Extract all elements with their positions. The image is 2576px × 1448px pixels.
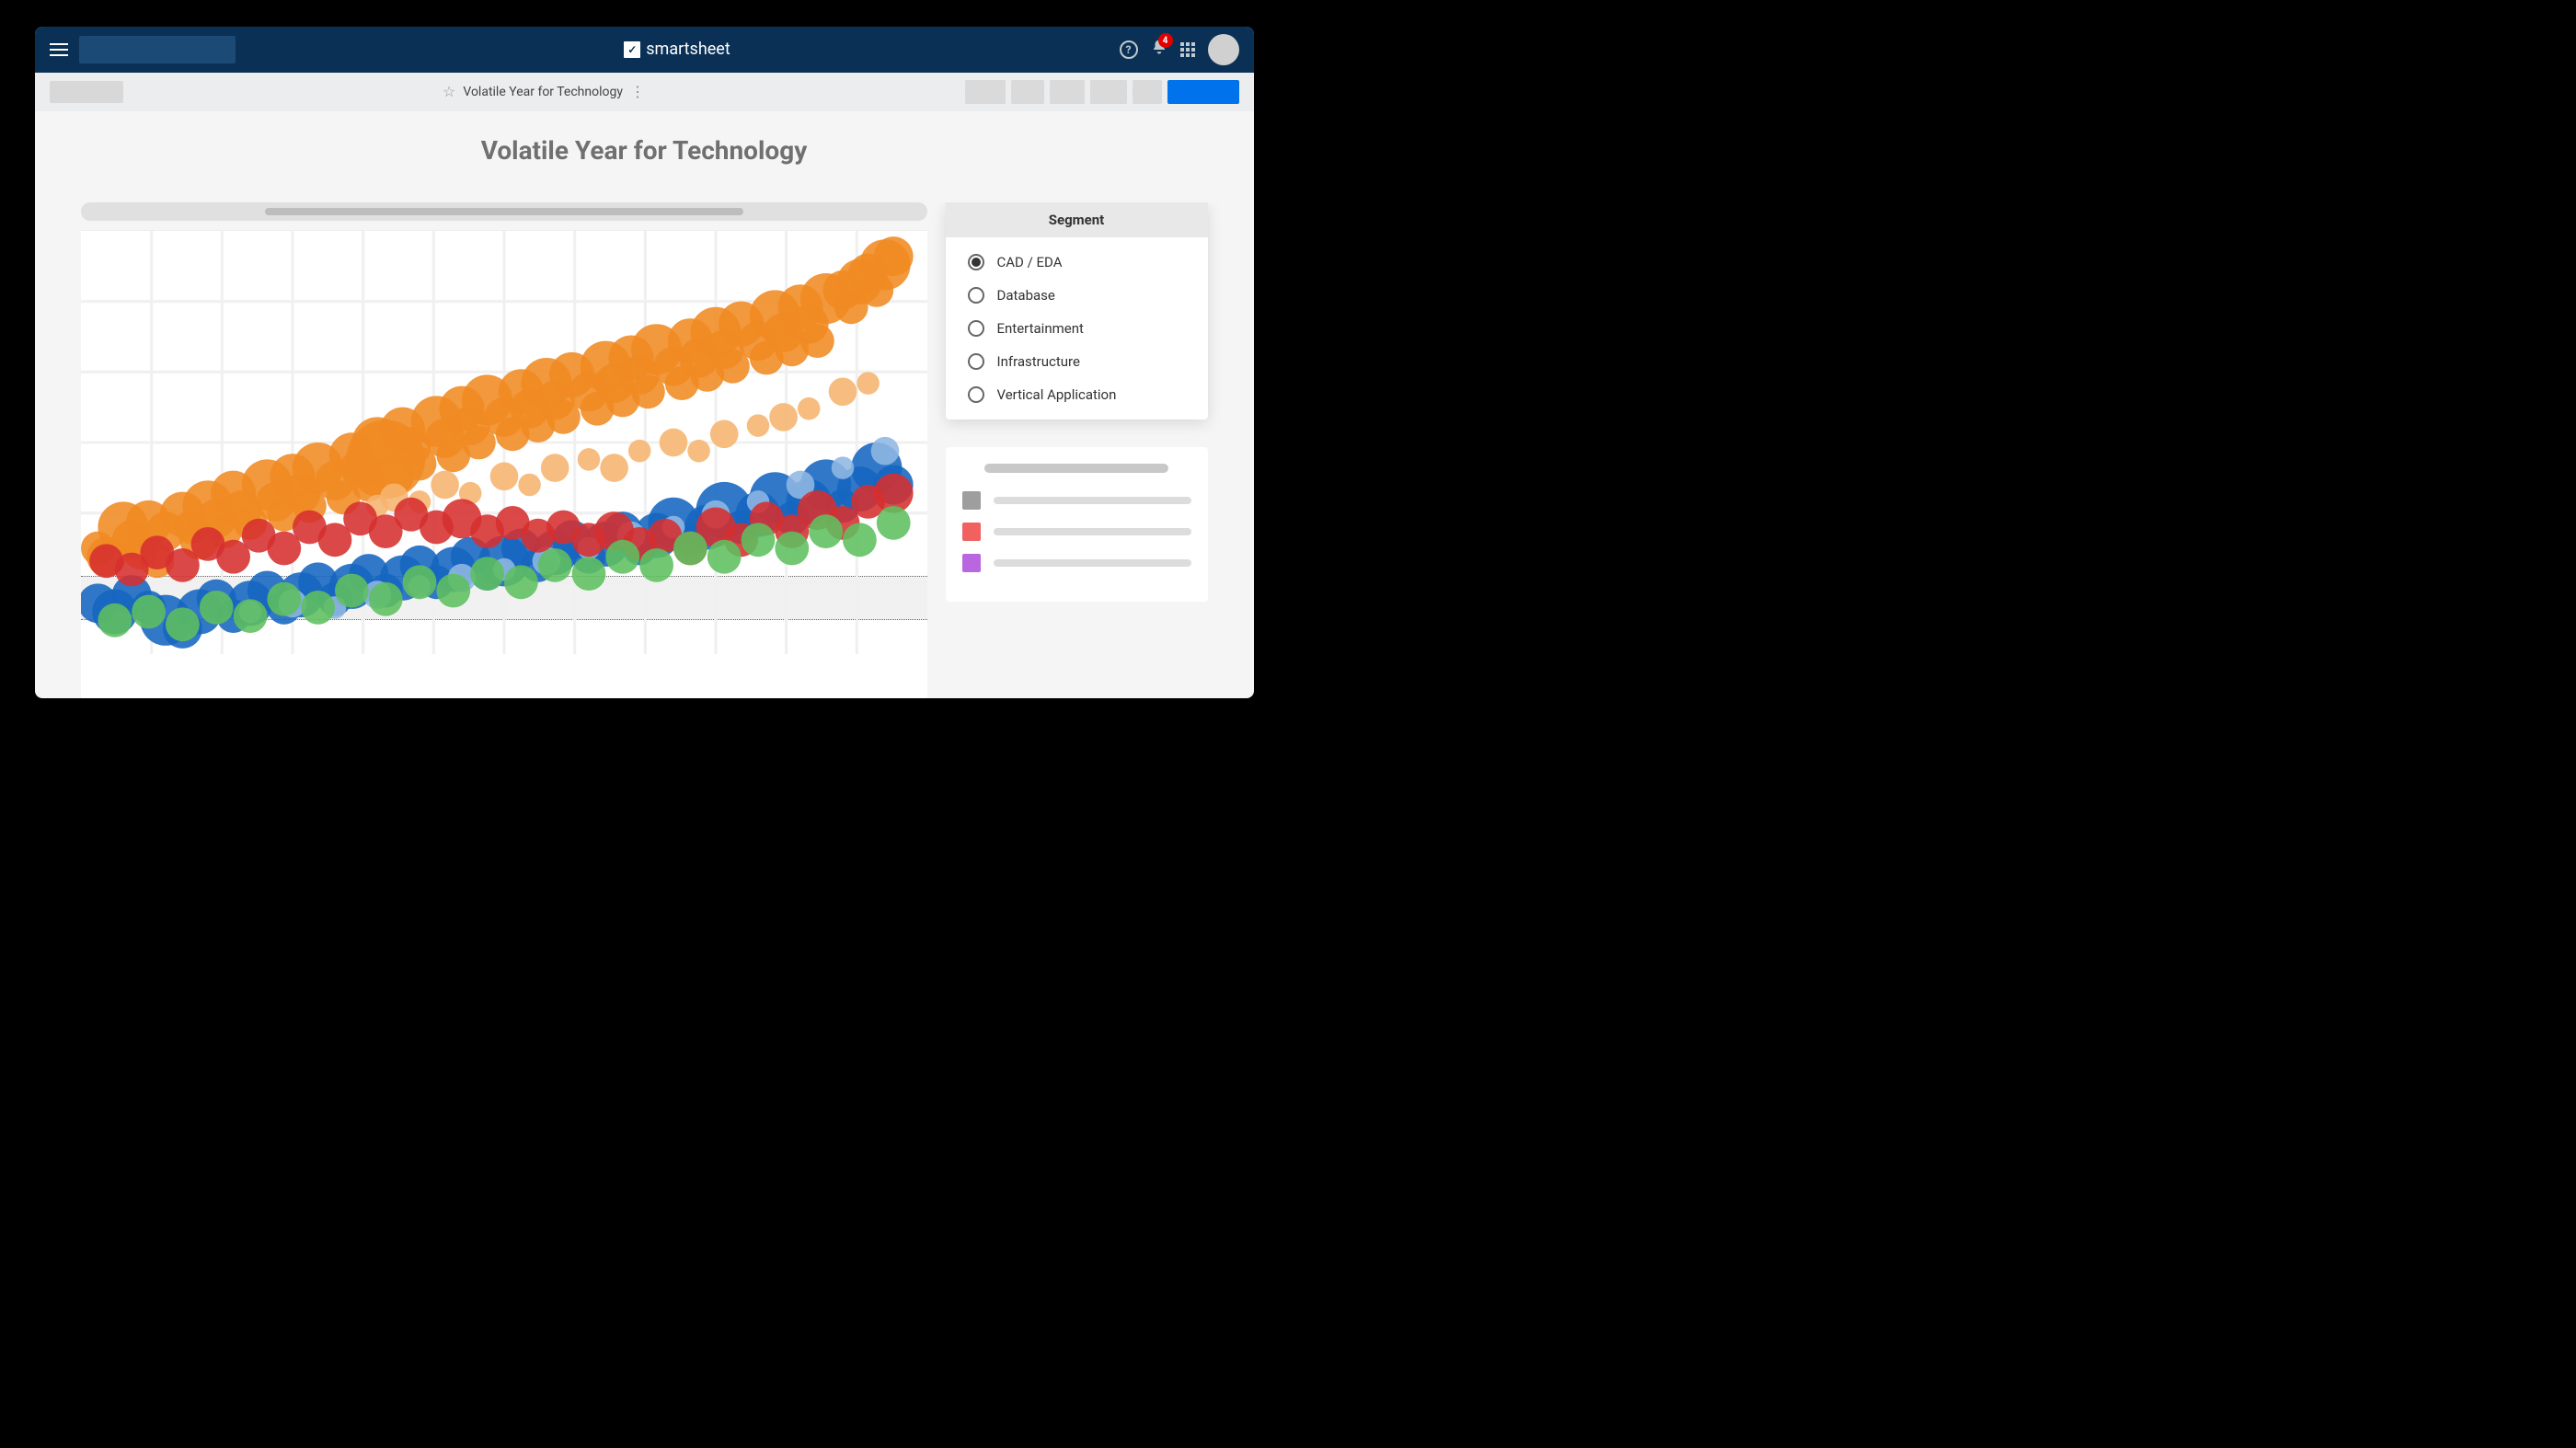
panel-bar-placeholder <box>994 528 1191 535</box>
help-icon[interactable]: ? <box>1120 40 1138 59</box>
legend-item[interactable]: Entertainment <box>968 320 1186 337</box>
radio-icon <box>968 287 984 304</box>
brand-logo: ✓ smartsheet <box>247 40 1109 59</box>
app-launcher-icon[interactable] <box>1180 42 1195 57</box>
app-window: ✓ smartsheet ? 4 ☆ Volatile Year for Tec… <box>35 27 1254 698</box>
content: Volatile Year for Technology Segment CAD… <box>35 111 1254 698</box>
chart-header-bar <box>81 202 927 221</box>
primary-action-button[interactable] <box>1167 80 1239 104</box>
toolbar-button[interactable] <box>1133 80 1162 104</box>
panel-header-placeholder <box>984 464 1168 473</box>
panel-row <box>962 491 1191 510</box>
radio-icon <box>968 386 984 403</box>
subbar-actions <box>965 80 1239 104</box>
toolbar-button[interactable] <box>965 80 1006 104</box>
notifications-button[interactable]: 4 <box>1151 39 1167 60</box>
subbar-center: ☆ Volatile Year for Technology ⋮ <box>131 83 958 100</box>
avatar[interactable] <box>1208 34 1239 65</box>
chart-column <box>81 202 927 698</box>
page-title: Volatile Year for Technology <box>44 111 1245 202</box>
brand-text: smartsheet <box>646 40 730 59</box>
legend-item[interactable]: CAD / EDA <box>968 254 1186 270</box>
radio-icon <box>968 254 984 270</box>
color-swatch <box>962 491 981 510</box>
legend-item[interactable]: Infrastructure <box>968 353 1186 370</box>
side-panel <box>946 447 1208 602</box>
radio-icon <box>968 353 984 370</box>
legend-label: CAD / EDA <box>997 254 1063 270</box>
color-swatch <box>962 523 981 541</box>
segment-legend-card: Segment CAD / EDA Database Entertainment In… <box>946 202 1208 419</box>
main-row: Segment CAD / EDA Database Entertainment In… <box>44 202 1245 698</box>
brand-mark-icon: ✓ <box>624 41 640 58</box>
legend-title: Segment <box>946 202 1208 237</box>
panel-rows <box>962 491 1191 572</box>
favorite-star-icon[interactable]: ☆ <box>443 83 455 100</box>
legend-label: Vertical Application <box>997 386 1117 403</box>
sheet-title: Volatile Year for Technology <box>463 85 623 99</box>
scatter-plot <box>81 231 927 654</box>
chart-header-placeholder <box>265 208 743 215</box>
legend-label: Entertainment <box>997 320 1084 337</box>
side-column: Segment CAD / EDA Database Entertainment In… <box>946 202 1208 698</box>
topbar-search-placeholder[interactable] <box>79 36 236 63</box>
hamburger-menu-icon[interactable] <box>50 43 68 56</box>
legend-label: Database <box>997 287 1055 304</box>
radio-icon <box>968 320 984 337</box>
sheet-menu-icon[interactable]: ⋮ <box>630 83 645 100</box>
subbar-left-placeholder <box>50 81 123 103</box>
notification-badge: 4 <box>1158 33 1173 48</box>
chart-area[interactable] <box>81 230 927 698</box>
topbar-right: ? 4 <box>1120 34 1239 65</box>
legend-item[interactable]: Database <box>968 287 1186 304</box>
legend-body: CAD / EDA Database Entertainment Infrastruc… <box>946 237 1208 419</box>
toolbar-button[interactable] <box>1090 80 1127 104</box>
toolbar-button[interactable] <box>1050 80 1085 104</box>
panel-bar-placeholder <box>994 559 1191 567</box>
legend-item[interactable]: Vertical Application <box>968 386 1186 403</box>
panel-row <box>962 554 1191 572</box>
panel-row <box>962 523 1191 541</box>
legend-label: Infrastructure <box>997 353 1080 370</box>
color-swatch <box>962 554 981 572</box>
topbar: ✓ smartsheet ? 4 <box>35 27 1254 73</box>
panel-bar-placeholder <box>994 497 1191 504</box>
toolbar-button[interactable] <box>1011 80 1044 104</box>
subbar: ☆ Volatile Year for Technology ⋮ <box>35 73 1254 111</box>
